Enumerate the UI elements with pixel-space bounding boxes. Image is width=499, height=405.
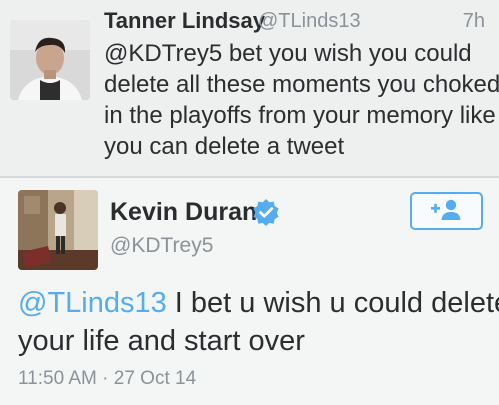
main-avatar[interactable] xyxy=(18,190,98,270)
reply-author-name[interactable]: Tanner Lindsay xyxy=(104,8,265,34)
verified-badge-icon xyxy=(253,199,279,226)
reply-text-line: in the playoffs from your memory like xyxy=(104,102,496,129)
person-photo-icon xyxy=(10,20,90,100)
person-photo-icon xyxy=(18,190,98,270)
main-text-line: your life and start over xyxy=(18,325,305,357)
follow-button[interactable] xyxy=(410,192,483,230)
main-author-handle[interactable]: @KDTrey5 xyxy=(110,234,213,258)
add-user-icon xyxy=(431,199,461,220)
main-author-name[interactable]: Kevin Durant xyxy=(110,198,266,227)
tweet-time: 11:50 AM xyxy=(18,368,97,389)
tweet-metadata: 11:50 AM · 27 Oct 14 xyxy=(18,368,196,390)
reply-text-line: you can delete a tweet xyxy=(104,133,345,160)
reply-author-handle[interactable]: @TLinds13 xyxy=(258,10,361,33)
reply-text-line: delete all these moments you choked xyxy=(104,71,499,98)
reply-timestamp: 7h xyxy=(462,10,485,32)
reply-avatar[interactable] xyxy=(10,20,90,100)
meta-separator: · xyxy=(102,368,109,389)
tweet-date: 27 Oct 14 xyxy=(113,368,197,389)
reply-text-line: @KDTrey5 bet you wish you could xyxy=(104,40,472,67)
main-text-line: @TLinds13 I bet u wish u could delete xyxy=(18,284,499,322)
main-tweet-text: @TLinds13 I bet u wish u could delete yo… xyxy=(18,284,499,360)
reply-tweet[interactable]: Tanner Lindsay @TLinds13 7h @KDTrey5 bet… xyxy=(0,0,499,176)
mention-link[interactable]: @TLinds13 xyxy=(18,287,167,319)
main-tweet: Kevin Durant @KDTrey5 @TLinds13 I bet u … xyxy=(0,178,499,405)
reply-tweet-text: @KDTrey5 bet you wish you could delete a… xyxy=(104,38,499,162)
main-text-rest: I bet u wish u could delete xyxy=(166,287,499,319)
